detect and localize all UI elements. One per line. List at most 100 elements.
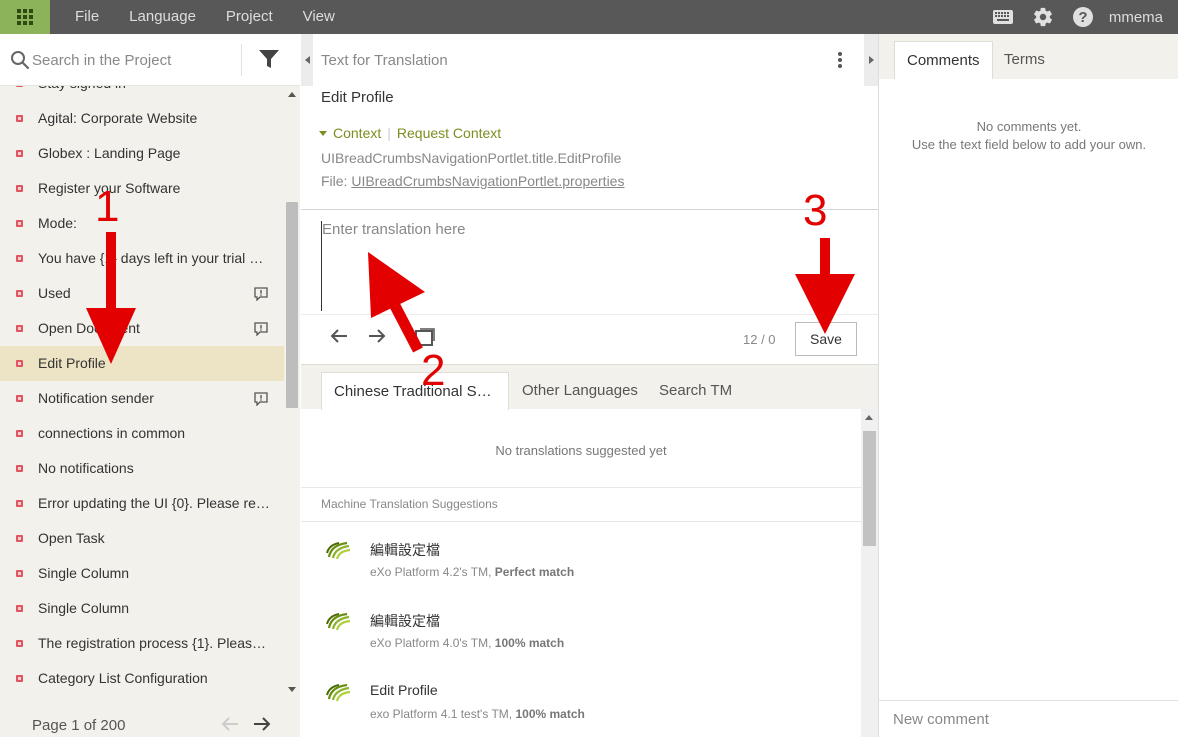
list-item-label: Globex : Landing Page [38, 145, 181, 161]
list-item[interactable]: Error updating the UI {0}. Please refr..… [0, 486, 284, 521]
arrow-right-icon[interactable] [367, 328, 387, 344]
copy-source-icon[interactable] [415, 328, 435, 346]
status-untranslated-icon [16, 290, 23, 297]
scroll-thumb[interactable] [286, 202, 298, 408]
suggestion-tabs: Chinese Traditional Sug... Other Languag… [301, 364, 878, 410]
tab-search-tm[interactable]: Search TM [647, 372, 744, 410]
mt-suggestion-meta: eXo Platform 4.2's TM, Perfect match [370, 565, 574, 579]
status-untranslated-icon [16, 220, 23, 227]
list-item-label: No notifications [38, 460, 134, 476]
request-context-link[interactable]: Request Context [397, 125, 501, 141]
list-item[interactable]: Used [0, 276, 284, 311]
mt-source: eXo Platform 4.0's TM, [370, 636, 492, 650]
list-item[interactable]: Edit Profile [0, 346, 284, 381]
status-untranslated-icon [16, 430, 23, 437]
string-list: Stay signed in Agital: Corporate Website G… [0, 86, 284, 698]
list-scrollbar[interactable] [284, 86, 300, 698]
menu-project[interactable]: Project [211, 0, 288, 34]
list-item[interactable]: You have {1} days left in your trial pe.… [0, 241, 284, 276]
scroll-up-arrow[interactable] [865, 415, 873, 420]
user-menu[interactable]: mmema [1103, 9, 1178, 26]
list-item[interactable]: The registration process {1}. Please t..… [0, 626, 284, 661]
menu-view[interactable]: View [288, 0, 350, 34]
scroll-thumb[interactable] [863, 431, 876, 546]
status-untranslated-icon [16, 395, 23, 402]
collapse-left-button[interactable] [301, 34, 313, 86]
mt-suggestion-item[interactable]: 編輯設定檔 eXo Platform 4.2's TM, Perfect matc… [301, 525, 861, 595]
mt-suggestion-text: 編輯設定檔 [370, 542, 440, 558]
arrow-left-icon[interactable] [220, 716, 240, 732]
mt-suggestion-meta: eXo Platform 4.0's TM, 100% match [370, 636, 564, 650]
list-item[interactable]: Open Document [0, 311, 284, 346]
menu-file[interactable]: File [60, 0, 114, 34]
save-button[interactable]: Save [795, 322, 857, 356]
mt-header: Machine Translation Suggestions [321, 497, 498, 511]
tab-chinese-traditional-suggestions[interactable]: Chinese Traditional Sug... [321, 372, 509, 410]
menu-language[interactable]: Language [114, 0, 211, 34]
list-item[interactable]: Register your Software [0, 171, 284, 206]
tab-other-languages[interactable]: Other Languages [510, 372, 650, 410]
svg-text:?: ? [1078, 9, 1087, 26]
scroll-up-arrow[interactable] [288, 92, 296, 97]
filter-icon[interactable] [258, 48, 280, 70]
page-indicator: Page 1 of 200 [32, 717, 126, 734]
suggestions-scrollbar[interactable] [861, 409, 878, 737]
comment-warning-icon [254, 287, 268, 301]
mt-suggestion-item[interactable]: Edit Profile exo Platform 4.1 test's TM, … [301, 667, 861, 737]
list-item-label: Register your Software [38, 180, 181, 196]
new-comment-input[interactable] [879, 700, 1178, 737]
help-button[interactable]: ? [1063, 0, 1103, 34]
list-item[interactable]: Single Column [0, 591, 284, 626]
list-item-label: connections in common [38, 425, 186, 441]
list-item-label: Agital: Corporate Website [38, 110, 198, 126]
list-item-label: Open Task [38, 530, 105, 546]
list-item[interactable]: No notifications [0, 451, 284, 486]
file-label: File: [321, 173, 348, 189]
list-item[interactable]: Mode: [0, 206, 284, 241]
status-untranslated-icon [16, 640, 23, 647]
source-text: Edit Profile [321, 89, 394, 106]
more-options-icon[interactable] [835, 50, 845, 70]
list-item-label: The registration process {1}. Please t..… [38, 635, 270, 651]
annotation-label-2: 2 [421, 346, 446, 395]
list-item[interactable]: connections in common [0, 416, 284, 451]
search-input[interactable] [32, 46, 237, 74]
suggestions-area: No translations suggested yet Machine Tr… [301, 409, 861, 737]
list-item-label: Category List Configuration [38, 670, 208, 686]
string-list-panel: Stay signed in Agital: Corporate Website G… [0, 34, 300, 737]
tab-terms[interactable]: Terms [992, 41, 1057, 79]
collapse-right-button[interactable] [864, 34, 878, 86]
list-item[interactable]: Single Column [0, 556, 284, 591]
scroll-down-arrow[interactable] [288, 687, 296, 692]
status-untranslated-icon [16, 675, 23, 682]
divider [301, 487, 861, 488]
mt-suggestion-item[interactable]: 編輯設定檔 eXo Platform 4.0's TM, 100% match [301, 596, 861, 666]
list-item[interactable]: Category List Configuration [0, 661, 284, 696]
status-untranslated-icon [16, 605, 23, 612]
keyboard-shortcuts-button[interactable] [983, 0, 1023, 34]
list-item[interactable]: Notification sender [0, 381, 284, 416]
arrow-right-icon[interactable] [252, 716, 272, 732]
list-item[interactable]: Agital: Corporate Website [0, 101, 284, 136]
status-untranslated-icon [16, 465, 23, 472]
context-toggle[interactable]: Context [333, 125, 381, 141]
mt-match-quality: 100% match [515, 707, 585, 721]
list-item-label: Notification sender [38, 390, 154, 406]
tm-logo-icon [326, 541, 351, 560]
translation-input[interactable] [321, 221, 861, 311]
list-item[interactable]: Open Task [0, 521, 284, 556]
list-item[interactable]: Globex : Landing Page [0, 136, 284, 171]
tab-comments[interactable]: Comments [894, 41, 993, 79]
list-item-label: Used [38, 285, 71, 301]
arrow-left-icon[interactable] [329, 328, 349, 344]
comment-warning-icon [254, 392, 268, 406]
apps-grid-button[interactable] [0, 0, 50, 34]
settings-button[interactable] [1023, 0, 1063, 34]
file-link[interactable]: UIBreadCrumbsNavigationPortlet.propertie… [351, 173, 624, 189]
status-untranslated-icon [16, 360, 23, 367]
status-untranslated-icon [16, 86, 23, 87]
no-comments-line: No comments yet. [976, 119, 1082, 134]
list-item[interactable]: Stay signed in [0, 86, 284, 101]
search-divider [241, 44, 242, 76]
panel-title: Text for Translation [321, 52, 448, 69]
